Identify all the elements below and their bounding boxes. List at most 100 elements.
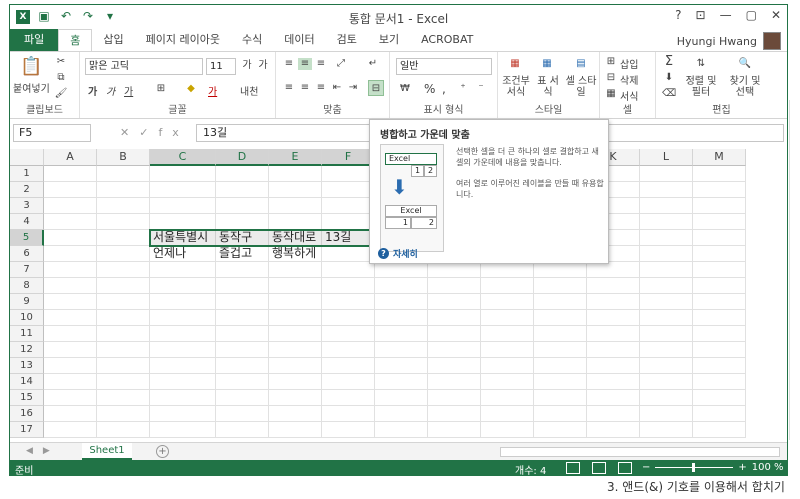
cut-icon[interactable]: ✂ bbox=[54, 56, 68, 68]
tab-home[interactable]: 홈 bbox=[58, 28, 93, 52]
underline-button[interactable]: 가 bbox=[124, 83, 133, 98]
zoom-thumb[interactable] bbox=[692, 463, 696, 472]
delete-cells-icon[interactable]: ⊟ bbox=[604, 72, 618, 84]
sort-filter-button[interactable]: 정렬 및 필터 bbox=[684, 76, 718, 98]
align-bottom-icon[interactable]: ≡ bbox=[314, 58, 328, 70]
sort-filter-icon[interactable]: ⇅ bbox=[692, 56, 710, 72]
tab-formulas[interactable]: 수식 bbox=[231, 29, 273, 51]
cell-D6[interactable]: 즐겁고 bbox=[216, 246, 252, 262]
prev-sheet-icon[interactable]: ◀ bbox=[26, 446, 43, 456]
column-header-C[interactable]: C bbox=[150, 149, 216, 166]
column-header-B[interactable]: B bbox=[97, 149, 150, 166]
help-button[interactable]: ? bbox=[675, 8, 681, 22]
shrink-font-icon[interactable]: 가 bbox=[256, 60, 270, 72]
add-sheet-button[interactable]: + bbox=[156, 445, 169, 458]
row-header-2[interactable]: 2 bbox=[10, 182, 44, 198]
font-name-select[interactable]: 맑은 고딕 bbox=[85, 58, 203, 75]
column-header-D[interactable]: D bbox=[216, 149, 269, 166]
row-header-13[interactable]: 13 bbox=[10, 358, 44, 374]
row-header-17[interactable]: 17 bbox=[10, 422, 44, 438]
align-right-icon[interactable]: ≡ bbox=[314, 82, 328, 94]
align-top-icon[interactable]: ≡ bbox=[282, 58, 296, 70]
fill-icon[interactable]: ⬇ bbox=[662, 72, 676, 84]
column-header-A[interactable]: A bbox=[44, 149, 97, 166]
horizontal-scrollbar[interactable] bbox=[500, 447, 780, 457]
row-header-6[interactable]: 6 bbox=[10, 246, 44, 262]
restore-button[interactable]: ▢ bbox=[746, 8, 757, 22]
autosum-icon[interactable]: Σ bbox=[662, 55, 676, 68]
enter-icon[interactable]: ✓ bbox=[139, 126, 158, 139]
insert-cells-icon[interactable]: ⊞ bbox=[604, 56, 618, 68]
tab-file[interactable]: 파일 bbox=[10, 29, 59, 51]
font-color-button[interactable]: 가 bbox=[208, 83, 217, 98]
insert-function-button[interactable]: fx bbox=[158, 126, 188, 139]
cell-E5[interactable]: 동작대로 bbox=[269, 230, 316, 246]
grow-font-icon[interactable]: 가 bbox=[240, 60, 254, 72]
format-painter-icon[interactable]: 🖌 bbox=[54, 88, 68, 100]
tab-acrobat[interactable]: ACROBAT bbox=[410, 29, 484, 51]
insert-cells-button[interactable]: 삽입 bbox=[620, 56, 638, 71]
row-header-16[interactable]: 16 bbox=[10, 406, 44, 422]
align-middle-icon[interactable]: ≡ bbox=[298, 58, 312, 70]
minimize-button[interactable]: — bbox=[720, 8, 732, 22]
font-size-select[interactable]: 11 bbox=[206, 58, 236, 75]
copy-icon[interactable]: ⧉ bbox=[54, 72, 68, 84]
cell-styles-button[interactable]: 셀 스타일 bbox=[564, 76, 598, 98]
cell-styles-icon[interactable]: ▤ bbox=[572, 56, 590, 72]
row-header-11[interactable]: 11 bbox=[10, 326, 44, 342]
name-box[interactable]: F5 bbox=[13, 124, 91, 142]
row-header-9[interactable]: 9 bbox=[10, 294, 44, 310]
tab-data[interactable]: 데이터 bbox=[273, 29, 325, 51]
decrease-indent-icon[interactable]: ⇤ bbox=[330, 82, 344, 94]
format-table-button[interactable]: 표 서식 bbox=[534, 76, 562, 98]
tab-insert[interactable]: 삽입 bbox=[92, 29, 134, 51]
page-break-view-button[interactable] bbox=[618, 462, 632, 474]
row-header-5[interactable]: 5 bbox=[10, 230, 44, 246]
row-header-14[interactable]: 14 bbox=[10, 374, 44, 390]
conditional-format-button[interactable]: 조건부 서식 bbox=[501, 76, 531, 98]
comma-button[interactable]: , bbox=[442, 82, 446, 96]
column-header-L[interactable]: L bbox=[640, 149, 693, 166]
zoom-in-button[interactable]: + bbox=[738, 462, 746, 473]
zoom-slider[interactable] bbox=[655, 463, 734, 472]
cell-C6[interactable]: 언제나 bbox=[150, 246, 186, 262]
row-header-15[interactable]: 15 bbox=[10, 390, 44, 406]
zoom-level[interactable]: 100 % bbox=[752, 462, 784, 473]
row-header-7[interactable]: 7 bbox=[10, 262, 44, 278]
format-cells-icon[interactable]: ▦ bbox=[604, 88, 618, 100]
find-select-icon[interactable]: 🔍 bbox=[736, 56, 754, 72]
cancel-icon[interactable]: ✕ bbox=[120, 126, 139, 139]
row-header-3[interactable]: 3 bbox=[10, 198, 44, 214]
percent-button[interactable]: % bbox=[424, 82, 435, 96]
italic-button[interactable]: 가 bbox=[106, 83, 115, 98]
orientation-icon[interactable]: ⤢ bbox=[334, 58, 348, 70]
cell-C5[interactable]: 서울특별시 bbox=[150, 230, 208, 246]
decrease-decimal-icon[interactable]: ⁻ bbox=[474, 83, 488, 95]
border-icon[interactable]: ⊞ bbox=[154, 83, 168, 95]
tab-page-layout[interactable]: 페이지 레이아웃 bbox=[135, 29, 231, 51]
merge-center-icon[interactable]: ⊟ bbox=[368, 80, 384, 96]
row-header-8[interactable]: 8 bbox=[10, 278, 44, 294]
cell-D5[interactable]: 동작구 bbox=[216, 230, 252, 246]
align-left-icon[interactable]: ≡ bbox=[282, 82, 296, 94]
cell-E6[interactable]: 행복하게 bbox=[269, 246, 316, 262]
tell-me-more-link[interactable]: ? 자세히 bbox=[378, 247, 418, 260]
column-header-M[interactable]: M bbox=[693, 149, 746, 166]
phonetic-button[interactable]: 내천 bbox=[240, 83, 258, 98]
zoom-out-button[interactable]: − bbox=[642, 462, 650, 473]
wrap-text-icon[interactable]: ↵ bbox=[366, 58, 380, 70]
select-all-corner[interactable] bbox=[10, 149, 44, 166]
format-table-icon[interactable]: ▦ bbox=[538, 56, 556, 72]
user-account[interactable]: Hyungi Hwang bbox=[677, 32, 781, 50]
row-header-10[interactable]: 10 bbox=[10, 310, 44, 326]
close-button[interactable]: ✕ bbox=[771, 8, 781, 22]
bold-button[interactable]: 가 bbox=[88, 83, 97, 98]
next-sheet-icon[interactable]: ▶ bbox=[43, 446, 60, 456]
column-header-E[interactable]: E bbox=[269, 149, 322, 166]
increase-decimal-icon[interactable]: ⁺ bbox=[456, 83, 470, 95]
tab-view[interactable]: 보기 bbox=[368, 29, 410, 51]
conditional-format-icon[interactable]: ▦ bbox=[506, 56, 524, 72]
delete-cells-button[interactable]: 삭제 bbox=[620, 72, 638, 87]
align-center-icon[interactable]: ≡ bbox=[298, 82, 312, 94]
cell-F5[interactable]: 13길 bbox=[322, 230, 351, 246]
